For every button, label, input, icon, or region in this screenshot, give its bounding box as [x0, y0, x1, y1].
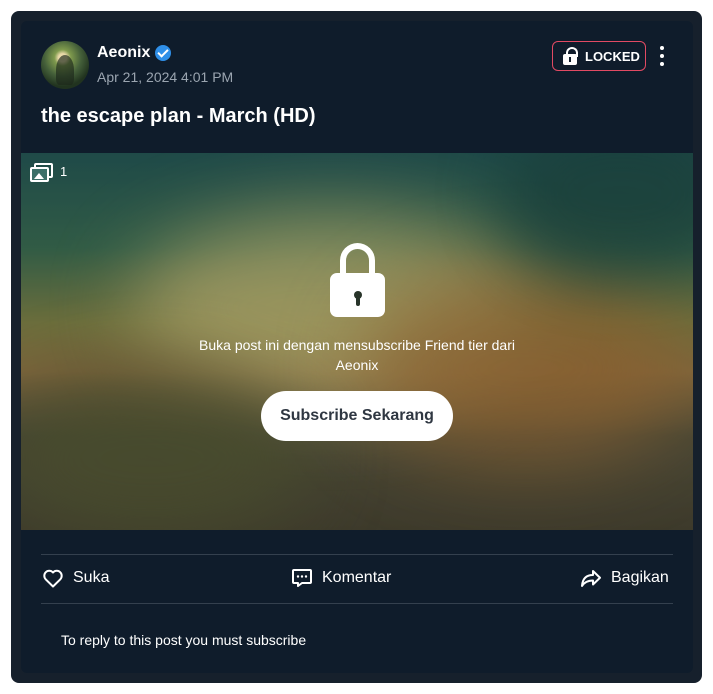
share-button[interactable]: Bagikan [579, 566, 669, 590]
subscribe-button[interactable]: Subscribe Sekarang [261, 391, 453, 441]
lock-icon [330, 243, 385, 317]
actions-top-divider [41, 554, 673, 555]
media-count: 1 [30, 163, 68, 182]
comment-label: Komentar [322, 569, 392, 586]
locked-media-preview: 1 Buka post ini dengan mensubscribe Frie… [21, 153, 693, 530]
post-card: Aeonix Apr 21, 2024 4:01 PM LOCKED the e… [21, 21, 693, 673]
avatar[interactable] [41, 41, 89, 89]
share-icon [581, 570, 601, 587]
more-vertical-icon[interactable] [658, 45, 666, 67]
author-name[interactable]: Aeonix [97, 44, 150, 62]
post-timestamp: Apr 21, 2024 4:01 PM [97, 69, 234, 85]
share-label: Bagikan [611, 569, 669, 586]
lock-icon [563, 47, 578, 65]
comment-button[interactable]: Komentar [290, 566, 391, 590]
reply-notice: To reply to this post you must subscribe [61, 632, 307, 648]
heart-icon [43, 569, 63, 588]
unlock-message: Buka post ini dengan mensubscribe Friend… [199, 337, 515, 373]
verified-icon [155, 45, 172, 61]
like-label: Suka [73, 569, 110, 586]
media-count-value: 1 [60, 163, 68, 179]
author-name-row[interactable]: Aeonix [97, 44, 172, 62]
locked-badge: LOCKED [552, 41, 646, 71]
post-title: the escape plan - March (HD) [41, 105, 316, 127]
locked-label: LOCKED [585, 48, 640, 64]
like-button[interactable]: Suka [41, 566, 109, 590]
image-icon [30, 163, 53, 182]
actions-bottom-divider [41, 603, 673, 604]
comment-icon [292, 569, 312, 587]
